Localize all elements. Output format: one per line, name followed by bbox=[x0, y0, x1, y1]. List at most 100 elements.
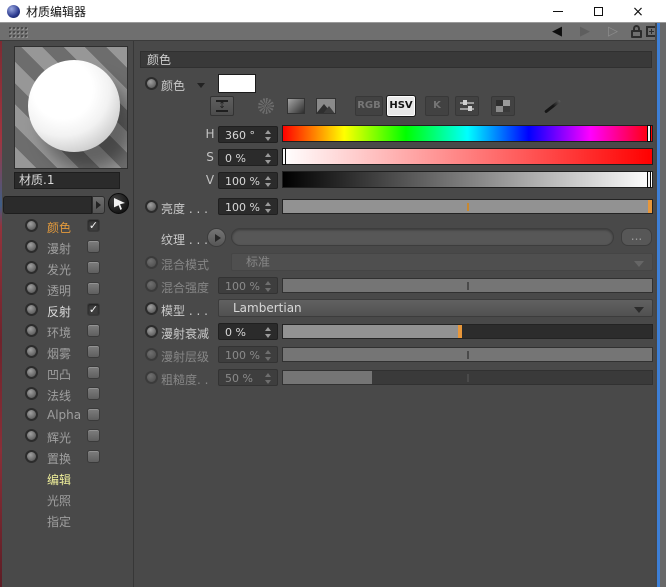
slider-handle[interactable] bbox=[458, 325, 463, 338]
channel-checkbox[interactable] bbox=[87, 408, 100, 421]
preview-type-combo[interactable] bbox=[3, 196, 92, 214]
material-name-input[interactable]: 材质.1 bbox=[14, 172, 120, 189]
channel-radio[interactable] bbox=[25, 387, 38, 400]
spinner-icon[interactable] bbox=[265, 327, 272, 338]
channel-radio[interactable] bbox=[25, 282, 38, 295]
titlebar[interactable]: 材质编辑器 × bbox=[0, 0, 666, 23]
value-marker[interactable] bbox=[647, 171, 651, 188]
chevron-down-icon bbox=[634, 307, 644, 313]
channel-label[interactable]: 反射 bbox=[47, 303, 71, 320]
tab-光照[interactable]: 光照 bbox=[47, 492, 71, 509]
saturation-stepper[interactable]: 0 % bbox=[218, 149, 278, 166]
channel-label[interactable]: 透明 bbox=[47, 282, 71, 299]
forward-arrow-icon[interactable]: ▶ bbox=[580, 25, 590, 38]
preview-type-arrow-button[interactable] bbox=[92, 196, 105, 214]
tab-编辑[interactable]: 编辑 bbox=[47, 471, 71, 488]
brightness-radio[interactable] bbox=[145, 200, 158, 213]
channel-radio[interactable] bbox=[25, 450, 38, 463]
channel-checkbox-checked[interactable]: ✓ bbox=[87, 303, 100, 316]
channel-label[interactable]: 发光 bbox=[47, 261, 71, 278]
channel-label[interactable]: 颜色 bbox=[47, 219, 71, 236]
texture-expand-button[interactable] bbox=[207, 228, 226, 247]
color-wheel-icon bbox=[258, 98, 274, 114]
channel-label[interactable]: 法线 bbox=[47, 387, 71, 404]
material-preview[interactable] bbox=[14, 46, 128, 169]
diffuse-falloff-slider[interactable] bbox=[282, 324, 653, 339]
diffuse-falloff-stepper[interactable]: 0 % bbox=[218, 323, 278, 340]
channel-checkbox[interactable] bbox=[87, 387, 100, 400]
diffuse-falloff-radio[interactable] bbox=[145, 325, 158, 338]
channel-label[interactable]: 置换 bbox=[47, 450, 71, 467]
spinner-icon[interactable] bbox=[265, 153, 272, 164]
hue-gradient-bar[interactable] bbox=[282, 125, 653, 142]
spinner-icon[interactable] bbox=[265, 130, 272, 141]
hue-stepper[interactable]: 360 ° bbox=[218, 126, 278, 143]
drag-grip-icon[interactable] bbox=[8, 26, 28, 38]
slider-handle[interactable] bbox=[648, 200, 652, 213]
channel-radio[interactable] bbox=[25, 303, 38, 316]
channel-radio[interactable] bbox=[25, 219, 38, 232]
saturation-marker[interactable] bbox=[282, 148, 286, 165]
slider-fill bbox=[283, 325, 461, 338]
brightness-slider[interactable] bbox=[282, 199, 653, 214]
mix-strength-row: 混合强度 100 % bbox=[135, 276, 655, 296]
hue-marker[interactable] bbox=[647, 125, 651, 142]
channel-radio[interactable] bbox=[25, 429, 38, 442]
tab-指定[interactable]: 指定 bbox=[47, 513, 71, 530]
model-dropdown[interactable]: Lambertian bbox=[218, 299, 653, 317]
channel-checkbox-checked[interactable]: ✓ bbox=[87, 219, 100, 232]
channel-checkbox[interactable] bbox=[87, 450, 100, 463]
texture-browse-button[interactable]: ... bbox=[621, 228, 652, 246]
pick-material-button[interactable] bbox=[108, 193, 129, 214]
lock-icon[interactable] bbox=[631, 25, 643, 39]
channel-checkbox[interactable] bbox=[87, 429, 100, 442]
value-gradient-bar[interactable] bbox=[282, 171, 653, 188]
channel-label[interactable]: 漫射 bbox=[47, 240, 71, 257]
color-swatch[interactable] bbox=[218, 74, 256, 93]
color-options-arrow-icon[interactable] bbox=[197, 83, 205, 88]
mix-strength-stepper: 100 % bbox=[218, 277, 278, 294]
image-picker-button[interactable] bbox=[314, 96, 338, 116]
channel-checkbox[interactable] bbox=[87, 366, 100, 379]
channel-label[interactable]: 凹凸 bbox=[47, 366, 71, 383]
channel-radio[interactable] bbox=[25, 324, 38, 337]
eyedropper-button[interactable] bbox=[539, 96, 565, 116]
channel-checkbox[interactable] bbox=[87, 324, 100, 337]
color-enable-radio[interactable] bbox=[145, 77, 158, 90]
roughness-radio bbox=[145, 371, 158, 384]
spinner-icon[interactable] bbox=[265, 202, 272, 213]
spectrum-button[interactable] bbox=[284, 96, 308, 116]
channel-checkbox[interactable] bbox=[87, 282, 100, 295]
color-wheel-button[interactable] bbox=[254, 96, 278, 116]
channel-label[interactable]: Alpha bbox=[47, 408, 81, 422]
channel-radio[interactable] bbox=[25, 345, 38, 358]
minimize-button[interactable] bbox=[538, 0, 578, 23]
channel-radio[interactable] bbox=[25, 240, 38, 253]
mixer-icon bbox=[460, 100, 474, 112]
compact-mode-button[interactable]: ↕ bbox=[210, 96, 234, 116]
brightness-stepper[interactable]: 100 % bbox=[218, 198, 278, 215]
channel-checkbox[interactable] bbox=[87, 261, 100, 274]
model-radio[interactable] bbox=[145, 302, 158, 315]
close-button[interactable]: × bbox=[618, 0, 658, 23]
saturation-gradient-bar[interactable] bbox=[282, 148, 653, 165]
value-stepper[interactable]: 100 % bbox=[218, 172, 278, 189]
channel-checkbox[interactable] bbox=[87, 240, 100, 253]
channel-row-辉光: 辉光 bbox=[0, 426, 134, 447]
channel-radio[interactable] bbox=[25, 408, 38, 421]
channel-label[interactable]: 辉光 bbox=[47, 429, 71, 446]
spinner-icon[interactable] bbox=[265, 176, 272, 187]
maximize-button[interactable] bbox=[578, 0, 618, 23]
hsv-mode-button[interactable]: HSV bbox=[387, 96, 415, 116]
channel-checkbox[interactable] bbox=[87, 345, 100, 358]
channel-radio[interactable] bbox=[25, 261, 38, 274]
swatches-button[interactable] bbox=[491, 96, 515, 116]
channel-radio[interactable] bbox=[25, 366, 38, 379]
rgb-mode-button[interactable]: RGB bbox=[355, 96, 383, 116]
mixer-button[interactable] bbox=[455, 96, 479, 116]
texture-path-field[interactable] bbox=[231, 228, 614, 246]
channel-label[interactable]: 环境 bbox=[47, 324, 71, 341]
kelvin-mode-button[interactable]: K bbox=[425, 96, 449, 116]
back-arrow-icon[interactable]: ◀ bbox=[552, 25, 562, 38]
channel-label[interactable]: 烟雾 bbox=[47, 345, 71, 362]
